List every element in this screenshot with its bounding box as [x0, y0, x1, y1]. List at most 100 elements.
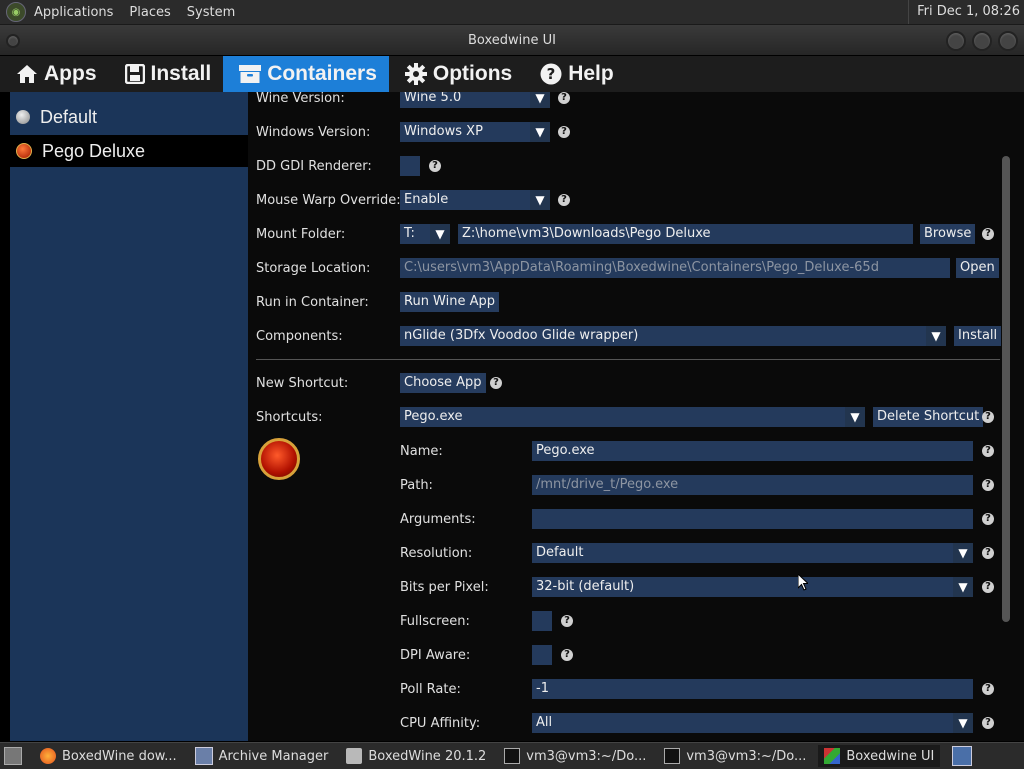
shortcuts-label: Shortcuts:	[256, 410, 323, 425]
help-icon[interactable]: ?	[982, 581, 994, 593]
show-desktop-button[interactable]	[0, 745, 26, 767]
tab-install[interactable]: Install	[109, 56, 224, 92]
window-menu-button[interactable]	[6, 34, 20, 48]
distro-logo-icon[interactable]: ◉	[6, 2, 26, 22]
cpu-affinity-dropdown[interactable]: All ▼	[532, 713, 973, 733]
taskbar-item[interactable]: vm3@vm3:~/Do...	[498, 745, 652, 767]
minimize-button[interactable]	[946, 31, 966, 51]
tab-containers[interactable]: Containers	[223, 56, 389, 92]
components-label: Components:	[256, 329, 343, 344]
divider	[256, 359, 1000, 360]
container-item-default[interactable]: Default	[10, 101, 248, 133]
gear-icon	[404, 63, 427, 85]
chevron-down-icon: ▼	[530, 122, 550, 142]
tab-install-label: Install	[150, 62, 212, 85]
close-button[interactable]	[998, 31, 1018, 51]
components-dropdown[interactable]: nGlide (3Dfx Voodoo Glide wrapper) ▼	[400, 326, 946, 346]
run-wine-app-button[interactable]: Run Wine App	[400, 292, 500, 312]
window-titlebar[interactable]: Boxedwine UI	[0, 25, 1024, 55]
taskbar-item-label: Boxedwine UI	[846, 748, 935, 764]
chevron-down-icon: ▼	[530, 190, 550, 210]
help-icon[interactable]: ?	[429, 160, 441, 172]
tab-help[interactable]: ? Help	[524, 56, 626, 92]
shortcuts-dropdown[interactable]: Pego.exe ▼	[400, 407, 865, 427]
chevron-down-icon: ▼	[953, 577, 973, 597]
help-icon[interactable]: ?	[982, 479, 994, 491]
help-icon[interactable]: ?	[982, 717, 994, 729]
tab-apps-label: Apps	[44, 62, 97, 85]
windows-version-dropdown[interactable]: Windows XP ▼	[400, 122, 550, 142]
clock[interactable]: Fri Dec 1, 08:26	[908, 0, 1020, 24]
vertical-scrollbar[interactable]	[1002, 156, 1010, 622]
help-icon[interactable]: ?	[558, 194, 570, 206]
container-list	[10, 92, 248, 741]
taskbar-item-active[interactable]: Boxedwine UI	[818, 745, 941, 767]
chevron-down-icon: ▼	[845, 407, 865, 427]
help-icon[interactable]: ?	[982, 445, 994, 457]
name-label: Name:	[400, 444, 443, 459]
help-icon[interactable]: ?	[982, 547, 994, 559]
fullscreen-checkbox[interactable]	[532, 611, 552, 631]
shortcuts-value: Pego.exe	[404, 409, 463, 424]
help-icon[interactable]: ?	[982, 513, 994, 525]
taskbar-item[interactable]: BoxedWine dow...	[34, 745, 183, 767]
bits-per-pixel-dropdown[interactable]: 32-bit (default) ▼	[532, 577, 973, 597]
dd-gdi-label: DD GDI Renderer:	[256, 159, 372, 174]
choose-app-button[interactable]: Choose App	[400, 373, 486, 393]
red-dot-icon	[16, 143, 32, 159]
help-icon[interactable]: ?	[982, 228, 994, 240]
save-icon	[124, 64, 145, 84]
wine-version-dropdown[interactable]: Wine 5.0 ▼	[400, 92, 550, 108]
menu-places[interactable]: Places	[129, 5, 170, 20]
new-shortcut-label: New Shortcut:	[256, 376, 349, 391]
help-icon[interactable]: ?	[558, 92, 570, 104]
mouse-warp-dropdown[interactable]: Enable ▼	[400, 190, 550, 210]
poll-rate-field[interactable]: -1	[532, 679, 973, 699]
taskbar-item[interactable]: BoxedWine 20.1.2	[340, 745, 492, 767]
maximize-button[interactable]	[972, 31, 992, 51]
delete-shortcut-button[interactable]: Delete Shortcut	[873, 407, 984, 427]
terminal-icon	[664, 748, 681, 764]
pego-app-icon	[258, 438, 300, 480]
container-item-label: Default	[40, 106, 98, 127]
menu-system[interactable]: System	[187, 5, 235, 20]
help-icon[interactable]: ?	[982, 683, 994, 695]
dd-gdi-checkbox[interactable]	[400, 156, 420, 176]
help-icon[interactable]: ?	[561, 615, 573, 627]
workspace-switcher[interactable]	[950, 745, 974, 767]
gray-dot-icon	[16, 110, 30, 124]
menu-applications[interactable]: Applications	[34, 5, 113, 20]
install-component-button[interactable]: Install	[954, 326, 1002, 346]
tab-options[interactable]: Options	[389, 56, 524, 92]
bits-per-pixel-label: Bits per Pixel:	[400, 580, 489, 595]
taskbar-item[interactable]: Archive Manager	[189, 745, 335, 767]
help-icon[interactable]: ?	[558, 126, 570, 138]
help-icon[interactable]: ?	[561, 649, 573, 661]
mouse-cursor-icon	[798, 574, 808, 591]
fullscreen-label: Fullscreen:	[400, 614, 470, 629]
chevron-down-icon: ▼	[530, 92, 550, 108]
terminal-icon	[504, 748, 521, 764]
arguments-field[interactable]	[532, 509, 973, 529]
open-button[interactable]: Open	[956, 258, 999, 278]
tab-help-label: Help	[568, 62, 614, 85]
storage-location-path[interactable]: C:\users\vm3\AppData\Roaming\Boxedwine\C…	[400, 258, 950, 278]
chevron-down-icon: ▼	[953, 713, 973, 733]
taskbar-item[interactable]: vm3@vm3:~/Do...	[658, 745, 812, 767]
archive-icon	[194, 747, 213, 765]
shortcut-name-field[interactable]: Pego.exe	[532, 441, 973, 461]
help-icon[interactable]: ?	[490, 377, 502, 389]
dpi-aware-checkbox[interactable]	[532, 645, 552, 665]
tab-apps[interactable]: Apps	[0, 56, 109, 92]
folder-icon	[346, 748, 363, 764]
chevron-down-icon: ▼	[430, 224, 450, 244]
browse-button[interactable]: Browse	[920, 224, 976, 244]
mount-folder-path[interactable]: Z:\home\vm3\Downloads\Pego Deluxe	[458, 224, 913, 244]
help-icon[interactable]: ?	[982, 411, 994, 423]
resolution-dropdown[interactable]: Default ▼	[532, 543, 973, 563]
shortcut-path-field[interactable]: /mnt/drive_t/Pego.exe	[532, 475, 973, 495]
mount-drive-dropdown[interactable]: T: ▼	[400, 224, 450, 244]
windows-version-label: Windows Version:	[256, 125, 371, 140]
chevron-down-icon: ▼	[953, 543, 973, 563]
container-item-pego-deluxe[interactable]: Pego Deluxe	[10, 135, 248, 167]
